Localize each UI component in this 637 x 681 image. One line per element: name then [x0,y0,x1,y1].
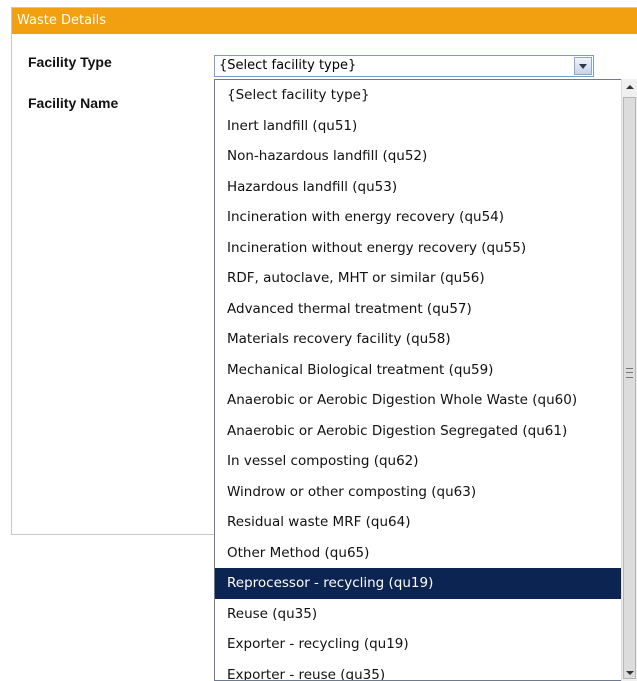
scroll-down-arrow-icon[interactable] [622,665,637,681]
facility-type-dropdown-list[interactable]: {Select facility type} Inert landfill (q… [214,79,637,681]
dropdown-option[interactable]: In vessel composting (qu62) [215,446,637,477]
dropdown-option[interactable]: Exporter - recycling (qu19) [215,629,637,660]
dropdown-option[interactable]: Non-hazardous landfill (qu52) [215,141,637,172]
facility-type-select[interactable]: {Select facility type} [214,55,594,77]
dropdown-option[interactable]: Residual waste MRF (qu64) [215,507,637,538]
dropdown-option[interactable]: Windrow or other composting (qu63) [215,477,637,508]
dropdown-option[interactable]: Anaerobic or Aerobic Digestion Segregate… [215,416,637,447]
dropdown-option[interactable]: Materials recovery facility (qu58) [215,324,637,355]
dropdown-option[interactable]: Anaerobic or Aerobic Digestion Whole Was… [215,385,637,416]
dropdown-option[interactable]: Incineration without energy recovery (qu… [215,233,637,264]
scroll-up-arrow-icon[interactable] [622,79,637,95]
facility-name-label: Facility Name [28,95,119,111]
dropdown-option[interactable]: {Select facility type} [215,80,637,111]
dropdown-option-highlighted[interactable]: Reprocessor - recycling (qu19) [215,568,637,599]
panel-title: Waste Details [12,8,637,34]
dropdown-scrollbar[interactable] [621,79,637,681]
facility-type-value: {Select facility type} [219,58,357,73]
grip-icon [626,368,633,378]
facility-type-label: Facility Type [28,54,112,70]
dropdown-option[interactable]: Advanced thermal treatment (qu57) [215,294,637,325]
dropdown-option[interactable]: Other Method (qu65) [215,538,637,569]
dropdown-option[interactable]: Hazardous landfill (qu53) [215,172,637,203]
scrollbar-thumb[interactable] [623,97,636,679]
chevron-down-icon[interactable] [574,57,592,75]
dropdown-option[interactable]: Mechanical Biological treatment (qu59) [215,355,637,386]
dropdown-option[interactable]: Inert landfill (qu51) [215,111,637,142]
dropdown-option[interactable]: Reuse (qu35) [215,599,637,630]
dropdown-option[interactable]: RDF, autoclave, MHT or similar (qu56) [215,263,637,294]
dropdown-option[interactable]: Exporter - reuse (qu35) [215,660,637,681]
dropdown-option[interactable]: Incineration with energy recovery (qu54) [215,202,637,233]
